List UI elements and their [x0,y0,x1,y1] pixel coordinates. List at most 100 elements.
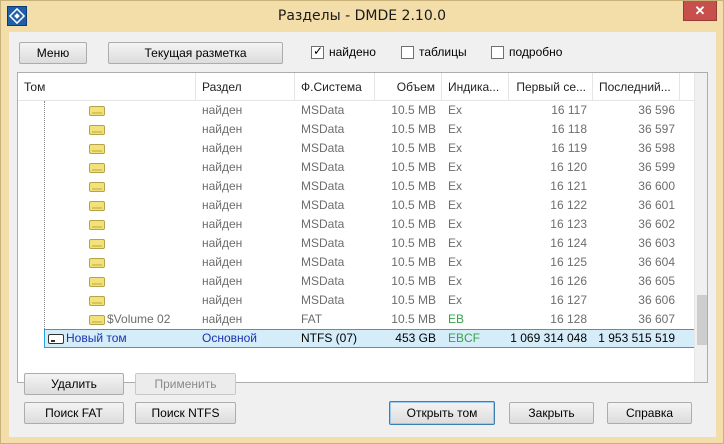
close-icon: ✕ [694,3,706,18]
cell-partition: Основной [202,331,258,345]
cell-partition: найден [202,274,243,288]
cell-last-sector: 36 601 [638,198,675,212]
cell-filesystem: MSData [301,255,345,269]
cell-partition: найден [202,103,243,117]
volume-drive-icon [89,201,105,211]
apply-button[interactable]: Применить [135,373,236,395]
close-window-button[interactable]: ✕ [683,1,717,21]
found-checkbox[interactable]: найдено [311,43,376,61]
open-volume-button[interactable]: Открыть том [389,401,495,425]
cell-last-sector: 36 603 [638,236,675,250]
search-fat-button[interactable]: Поиск FAT [24,402,124,424]
cell-indicators: Ex [448,198,463,212]
column-header-first-sector[interactable]: Первый се... [509,73,593,101]
cell-indicators: Ex [448,160,463,174]
table-row[interactable]: найден MSData 10.5 MB Ex 16 127 36 606 [18,291,694,310]
column-header-last-sector[interactable]: Последний... [593,73,680,101]
close-button[interactable]: Закрыть [509,402,594,424]
cell-last-sector: 1 953 515 519 [598,331,675,345]
cell-first-sector: 16 126 [550,274,587,288]
cell-first-sector: 16 127 [550,293,587,307]
table-row[interactable]: найден MSData 10.5 MB Ex 16 118 36 597 [18,120,694,139]
table-row[interactable]: найден MSData 10.5 MB Ex 16 119 36 598 [18,139,694,158]
vertical-scrollbar[interactable] [694,73,707,382]
cell-first-sector: 16 119 [551,141,587,155]
column-header-indicators[interactable]: Индика... [442,73,509,101]
checkbox-checked-icon [311,44,324,59]
cell-partition: найден [202,141,243,155]
cell-filesystem: MSData [301,293,345,307]
partitions-table[interactable]: Том Раздел Ф.Система Объем Индика... Пер… [17,72,708,383]
search-ntfs-button[interactable]: Поиск NTFS [135,402,236,424]
cell-last-sector: 36 598 [638,141,675,155]
cell-indicators: Ex [448,103,463,117]
cell-filesystem: MSData [301,198,345,212]
cell-filesystem: MSData [301,122,345,136]
detailed-checkbox-label: подробно [509,45,563,59]
cell-indicators: Ex [448,236,463,250]
column-header-volume[interactable]: Том [18,73,196,101]
cell-indicators: Ex [448,293,463,307]
table-row[interactable]: найден MSData 10.5 MB Ex 16 123 36 602 [18,215,694,234]
cell-indicators: Ex [448,179,463,193]
cell-filesystem: MSData [301,236,345,250]
cell-volume-name [107,253,197,272]
table-row[interactable]: найден MSData 10.5 MB Ex 16 117 36 596 [18,101,694,120]
cell-partition: найден [202,160,243,174]
cell-partition: найден [202,198,243,212]
checkbox-unchecked-icon [401,45,414,59]
table-row[interactable]: найден MSData 10.5 MB Ex 16 120 36 599 [18,158,694,177]
cell-filesystem: FAT [301,312,323,326]
volume-drive-icon [89,163,105,173]
table-row[interactable]: найден MSData 10.5 MB Ex 16 125 36 604 [18,253,694,272]
help-button[interactable]: Справка [607,402,692,424]
cell-indicators: Ex [448,217,463,231]
table-row[interactable]: найден MSData 10.5 MB Ex 16 121 36 600 [18,177,694,196]
cell-first-sector: 1 069 314 048 [510,331,587,345]
table-row[interactable]: найден MSData 10.5 MB Ex 16 126 36 605 [18,272,694,291]
volume-drive-icon [89,144,105,154]
cell-volume-name [107,139,197,158]
tables-checkbox[interactable]: таблицы [401,43,467,61]
table-row[interactable]: найден MSData 10.5 MB Ex 16 122 36 601 [18,196,694,215]
cell-size: 10.5 MB [391,160,436,174]
cell-partition: найден [202,236,243,250]
cell-size: 10.5 MB [391,293,436,307]
dmde-partitions-window: Разделы - DMDE 2.10.0 ✕ Меню Текущая раз… [0,0,724,444]
table-row[interactable]: Новый том Основной NTFS (07) 453 GB EBCF 1 06… [18,329,695,348]
cell-first-sector: 16 123 [550,217,587,231]
cell-indicators: EBCF [448,331,481,345]
current-layout-button[interactable]: Текущая разметка [108,42,283,64]
cell-size: 10.5 MB [391,274,436,288]
volume-drive-icon [48,334,64,344]
menu-button[interactable]: Меню [19,42,87,64]
cell-volume-name [107,177,197,196]
cell-size: 10.5 MB [391,312,436,326]
cell-volume-name [107,215,197,234]
cell-volume-name [107,291,197,310]
cell-last-sector: 36 600 [638,179,675,193]
cell-size: 10.5 MB [391,198,436,212]
table-row[interactable]: найден MSData 10.5 MB Ex 16 124 36 603 [18,234,694,253]
cell-last-sector: 36 596 [638,103,675,117]
column-header-partition[interactable]: Раздел [196,73,295,101]
column-header-size[interactable]: Объем [375,73,442,101]
cell-first-sector: 16 120 [550,160,587,174]
title-bar[interactable]: Разделы - DMDE 2.10.0 ✕ [1,1,723,31]
scrollbar-thumb[interactable] [697,295,707,345]
cell-first-sector: 16 122 [550,198,587,212]
cell-volume-name [107,158,197,177]
cell-volume-name [107,120,197,139]
cell-indicators: Ex [448,255,463,269]
cell-volume-name [107,234,197,253]
cell-size: 10.5 MB [391,122,436,136]
table-row[interactable]: $Volume 02 найден FAT 10.5 MB EB 16 128 36 607 [18,310,694,329]
tables-checkbox-label: таблицы [419,45,467,59]
cell-size: 10.5 MB [391,236,436,250]
volume-drive-icon [89,106,105,116]
window-title: Разделы - DMDE 2.10.0 [277,8,447,24]
detailed-checkbox[interactable]: подробно [491,43,562,61]
column-header-filesystem[interactable]: Ф.Система [295,73,375,101]
delete-button[interactable]: Удалить [24,373,124,395]
cell-first-sector: 16 121 [550,179,587,193]
